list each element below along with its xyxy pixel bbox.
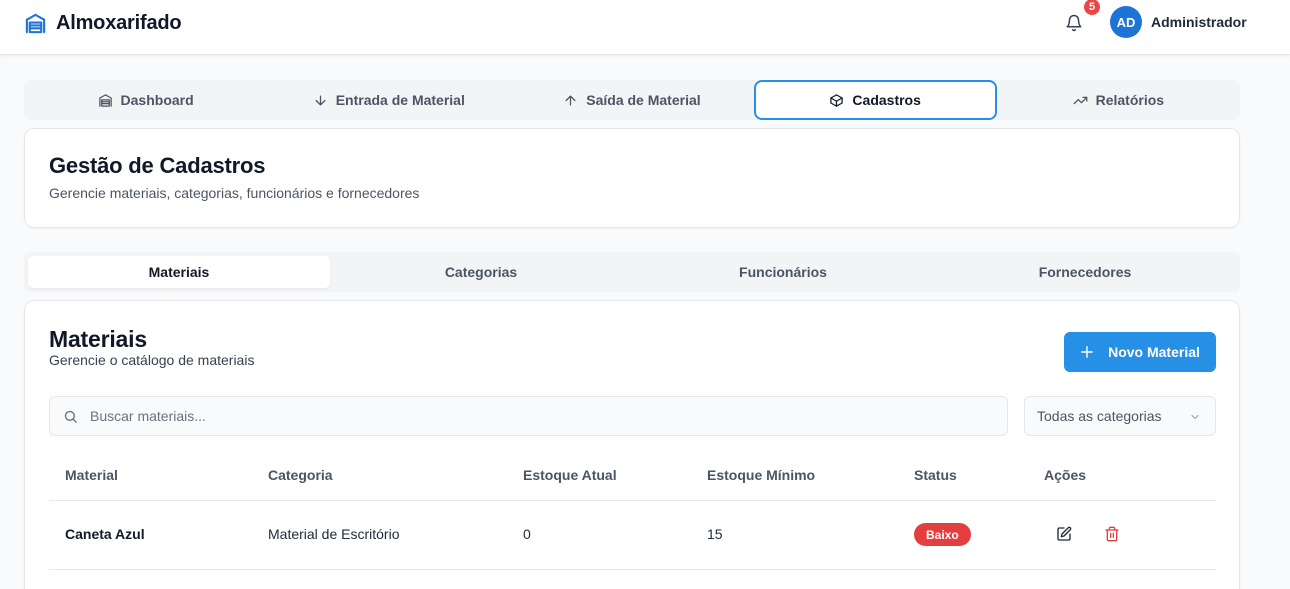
table-row-divider [49,569,1216,570]
edit-icon [1057,526,1072,541]
page-title: Gestão de Cadastros [49,153,266,178]
tab-relatorios[interactable]: Relatórios [997,80,1240,120]
tab-label: Saída de Material [586,92,701,108]
cell-categoria: Material de Escritório [268,526,400,542]
column-header-status: Status [914,467,957,483]
cell-estoque-atual: 0 [523,526,531,542]
trash-icon [1105,526,1119,542]
column-header-acoes: Ações [1044,467,1087,483]
new-material-label: Novo Material [1108,344,1200,360]
tab-saida-material[interactable]: Saída de Material [510,80,753,120]
search-input[interactable] [90,397,990,435]
tab-funcionarios[interactable]: Funcionários [632,256,934,288]
column-header-estoque-minimo: Estoque Mínimo [707,467,816,483]
tab-label: Dashboard [120,92,194,108]
section-subtitle: Gerencie o catálogo de materiais [49,352,255,368]
arrow-down-icon [315,95,326,105]
search-box [49,396,1008,436]
edit-button[interactable] [1055,525,1073,543]
tab-cadastros[interactable]: Cadastros [753,80,997,120]
top-bar: Almoxarifado 5 AD Administrador [0,0,1290,55]
notifications-button[interactable] [1064,13,1084,33]
status-badge: Baixo [914,523,971,546]
column-header-estoque-atual: Estoque Atual [523,467,617,483]
category-filter-value: Todas as categorias [1037,408,1162,424]
notification-count-badge: 5 [1082,0,1102,17]
bell-icon [1066,14,1082,32]
page-subtitle: Gerencie materiais, categorias, funcioná… [49,185,420,201]
plus-icon [1081,346,1094,358]
dashboard-icon [98,93,112,107]
sub-tabs: Materiais Categorias Funcionários Fornec… [24,252,1240,292]
column-header-categoria: Categoria [268,467,333,483]
arrow-up-icon [565,95,576,105]
tab-label: Relatórios [1095,92,1165,108]
cell-estoque-minimo: 15 [707,526,723,542]
tab-materiais[interactable]: Materiais [28,256,330,288]
materials-card: Materiais Gerencie o catálogo de materia… [24,300,1240,589]
user-name[interactable]: Administrador [1151,14,1247,30]
tab-dashboard[interactable]: Dashboard [24,80,267,120]
tab-label: Entrada de Material [335,92,465,108]
delete-button[interactable] [1103,525,1121,543]
category-filter-select[interactable]: Todas as categorias [1024,396,1216,436]
new-material-button[interactable]: Novo Material [1064,332,1216,372]
avatar[interactable]: AD [1110,6,1142,38]
section-title: Materiais [49,326,147,352]
tab-entrada-material[interactable]: Entrada de Material [267,80,510,120]
trending-up-icon [1073,96,1087,104]
chevron-down-icon [1191,414,1199,420]
page-header-card: Gestão de Cadastros Gerencie materiais, … [24,128,1240,228]
brand[interactable]: Almoxarifado [24,11,182,35]
main-nav-tabs: Dashboard Entrada de Material Saída de M… [24,80,1240,120]
tab-categorias[interactable]: Categorias [330,256,632,288]
tab-fornecedores[interactable]: Fornecedores [934,256,1236,288]
app-title: Almoxarifado [56,11,182,34]
warehouse-icon [25,13,46,33]
column-header-material: Material [65,467,118,483]
search-icon [64,410,77,423]
table-header-divider [49,500,1216,501]
cell-material: Caneta Azul [65,526,145,542]
tab-label: Cadastros [852,92,921,108]
box-icon [830,93,844,107]
